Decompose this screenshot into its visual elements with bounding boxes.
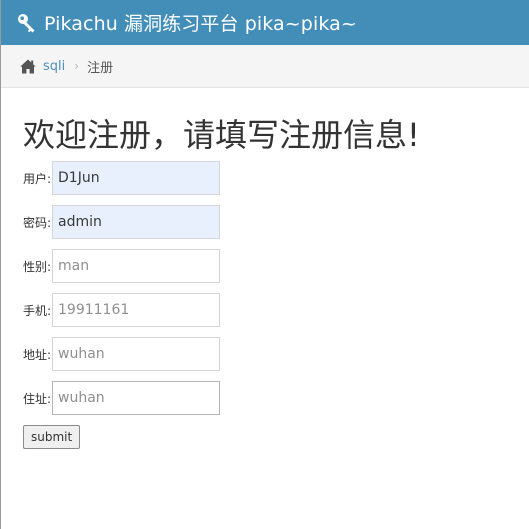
- sex-label: 性别:: [23, 259, 52, 274]
- phone-label: 手机:: [23, 303, 52, 318]
- form-row-residence: 住址:: [23, 381, 220, 415]
- phone-input[interactable]: [52, 293, 220, 327]
- address-input[interactable]: [52, 337, 220, 371]
- form-row-address: 地址:: [23, 337, 220, 371]
- password-label: 密码:: [23, 215, 52, 230]
- form-row-password: 密码:: [23, 205, 220, 239]
- username-label: 用户:: [23, 171, 52, 186]
- form-row-phone: 手机:: [23, 293, 220, 327]
- form-row-sex: 性别:: [23, 249, 220, 283]
- address-label: 地址:: [23, 347, 52, 362]
- sex-input[interactable]: [52, 249, 220, 283]
- breadcrumb-separator-icon: ›: [74, 59, 80, 73]
- residence-input[interactable]: [52, 381, 220, 415]
- breadcrumb: sqli › 注册: [1, 45, 529, 88]
- home-icon: [20, 59, 36, 74]
- app-title[interactable]: Pikachu 漏洞练习平台 pika~pika~: [44, 9, 357, 36]
- residence-label: 住址:: [23, 391, 52, 406]
- form-row-username: 用户:: [23, 161, 220, 195]
- username-input[interactable]: [52, 161, 220, 195]
- page-title: 欢迎注册，请填写注册信息!: [23, 116, 420, 154]
- breadcrumb-link-sqli[interactable]: sqli: [43, 59, 65, 74]
- key-icon: [16, 12, 38, 34]
- app-window: Pikachu 漏洞练习平台 pika~pika~ sqli › 注册 欢迎注册…: [0, 0, 529, 529]
- submit-button[interactable]: submit: [23, 425, 81, 449]
- password-input[interactable]: [52, 205, 220, 239]
- top-navbar: Pikachu 漏洞练习平台 pika~pika~: [1, 0, 529, 45]
- breadcrumb-current: 注册: [87, 60, 114, 76]
